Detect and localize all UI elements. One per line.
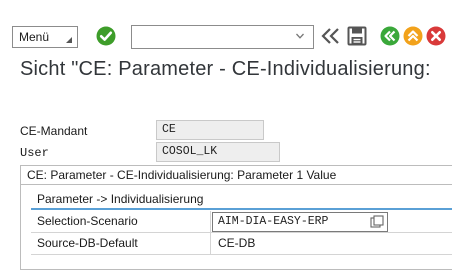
- toolbar: Menü: [0, 0, 452, 49]
- table-row: Source-DB-Default CE-DB: [31, 233, 452, 255]
- selection-scenario-input[interactable]: AIM-DIA-EASY-ERP: [212, 212, 388, 232]
- parameter-subgroup: Parameter -> Individualisierung Selectio…: [31, 190, 452, 270]
- client-label: CE-Mandant: [20, 124, 88, 138]
- command-field[interactable]: [131, 25, 314, 49]
- user-label: User: [20, 146, 49, 160]
- back-icon[interactable]: [380, 26, 400, 46]
- user-value[interactable]: COSOL_LK: [156, 142, 280, 162]
- ok-check-icon[interactable]: [96, 26, 116, 46]
- source-db-default-value[interactable]: CE-DB: [212, 233, 452, 255]
- group-divider: [21, 184, 452, 185]
- group-title: CE: Parameter - CE-Individualisierung: P…: [27, 168, 337, 182]
- value-help-icon[interactable]: [370, 215, 384, 229]
- save-icon[interactable]: [347, 26, 367, 46]
- selection-scenario-value: AIM-DIA-EASY-ERP: [218, 215, 329, 228]
- parameter-group-box: CE: Parameter - CE-Individualisierung: P…: [20, 165, 452, 270]
- parameter-grid: Selection-Scenario AIM-DIA-EASY-ERP Sour…: [31, 211, 452, 255]
- table-row: Selection-Scenario AIM-DIA-EASY-ERP: [31, 211, 452, 233]
- menu-button[interactable]: Menü: [12, 26, 78, 48]
- dropdown-chevron-icon[interactable]: [295, 31, 305, 41]
- client-value[interactable]: CE: [156, 120, 264, 140]
- source-db-default-label: Source-DB-Default: [31, 233, 211, 255]
- menu-corner-triangle-icon: [66, 37, 72, 43]
- cancel-icon[interactable]: [426, 26, 446, 46]
- selection-scenario-label: Selection-Scenario: [31, 211, 211, 233]
- page-title: Sicht "CE: Parameter - CE-Individualisie…: [20, 58, 431, 80]
- menu-label: Menü: [19, 30, 50, 44]
- double-left-arrow-icon[interactable]: [320, 26, 342, 46]
- subgroup-title: Parameter -> Individualisierung: [31, 190, 452, 210]
- exit-icon[interactable]: [403, 26, 423, 46]
